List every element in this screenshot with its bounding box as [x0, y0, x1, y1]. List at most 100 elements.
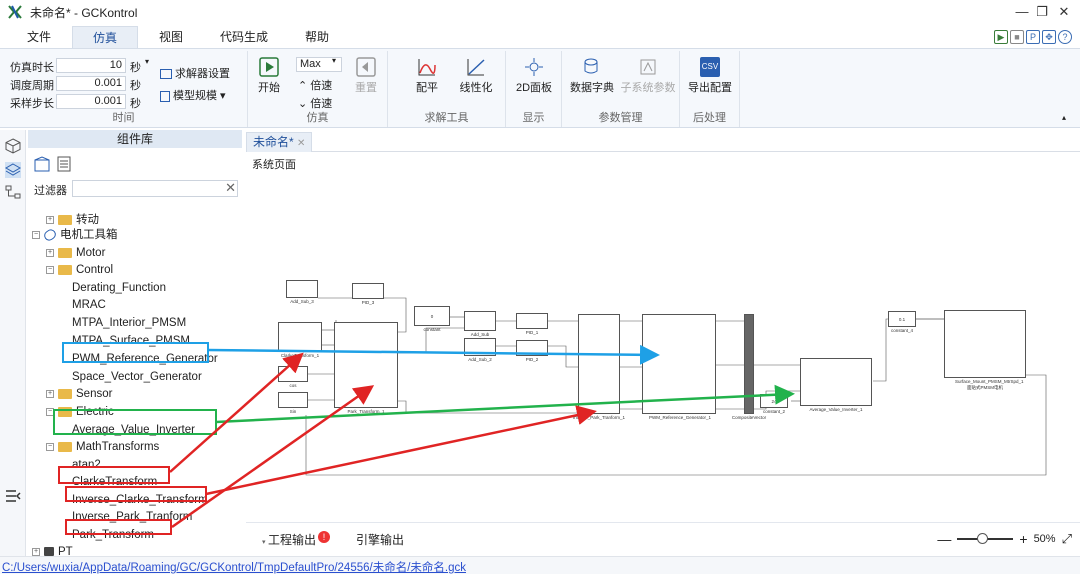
project-path-link[interactable]: C:/Users/wuxia/AppData/Roaming/GC/GCKont… — [2, 559, 466, 574]
project-output-tab[interactable]: 工程输出! — [268, 531, 331, 548]
zoom-out-icon[interactable]: — — [937, 531, 951, 547]
run-icon[interactable]: ▶ — [994, 30, 1008, 44]
library-item-mtpa-surface-pmsm[interactable]: MTPA_Surface_PMSM — [72, 333, 190, 349]
speed-chevron-icon[interactable]: ▾ — [332, 56, 336, 65]
constant-2-block[interactable]: 24 — [760, 394, 788, 408]
tab-view[interactable]: 视图 — [138, 26, 204, 48]
library-folder-mathtransforms[interactable]: − MathTransforms — [46, 439, 159, 455]
average-value-inverter-block[interactable] — [800, 358, 872, 406]
cos-block[interactable] — [278, 366, 308, 382]
add-sub-3-block[interactable] — [286, 280, 318, 298]
help-icon[interactable]: ? — [1058, 30, 1072, 44]
block-label: Add_Sub — [470, 332, 490, 337]
stop-icon[interactable]: ■ — [1010, 30, 1024, 44]
library-folder-item[interactable]: + 转动 — [46, 212, 99, 228]
add-sub-2-block[interactable] — [464, 338, 496, 356]
zoom-control: — + 50% ⤢ — [937, 531, 1072, 547]
pmsm-block[interactable] — [944, 310, 1026, 378]
zoom-slider[interactable] — [957, 533, 1014, 544]
python-icon[interactable]: P — [1026, 30, 1040, 44]
solve-group: 配平 线性化 求解工具 — [388, 51, 506, 127]
pid-3-block[interactable] — [352, 283, 384, 299]
library-folder-sensor[interactable]: + Sensor — [46, 386, 112, 402]
sin-block[interactable] — [278, 392, 308, 408]
expand-toggle-icon[interactable]: − — [32, 230, 40, 239]
expand-toggle-icon[interactable]: − — [46, 407, 54, 416]
add-sub-block[interactable] — [464, 311, 496, 331]
subsys-params-button[interactable]: 子系统参数 — [620, 57, 676, 95]
library-item-space-vector-generator[interactable]: Space_Vector_Generator — [72, 369, 202, 385]
library-icon[interactable] — [34, 156, 50, 172]
linearize-button[interactable]: 线性化 — [458, 57, 494, 95]
plugin-icon[interactable]: ✥ — [1042, 30, 1056, 44]
composite-vector-block[interactable] — [744, 314, 754, 414]
library-item-mrac[interactable]: MRAC — [72, 297, 106, 313]
block-label: PID_2 — [525, 357, 539, 362]
constant-4-block[interactable]: 0.1 — [888, 311, 916, 327]
tab-codegen[interactable]: 代码生成 — [204, 26, 284, 48]
trim-button[interactable]: 配平 — [412, 57, 442, 95]
library-item-atan2[interactable]: atan2 — [72, 457, 101, 473]
speed-up-button[interactable]: ⌃ 倍速 — [298, 77, 332, 93]
sample-input[interactable]: 0.001 — [56, 94, 126, 109]
start-button[interactable]: 开始 — [256, 57, 282, 95]
tab-help[interactable]: 帮助 — [284, 26, 350, 48]
tab-simulation[interactable]: 仿真 — [72, 26, 138, 48]
zoom-slider-handle[interactable] — [977, 533, 989, 544]
tab-file[interactable]: 文件 — [6, 26, 72, 48]
library-item-mtpa-interior-pmsm[interactable]: MTPA_Interior_PMSM — [72, 315, 186, 331]
schedule-input[interactable]: 0.001 — [56, 76, 126, 91]
library-folder-electric[interactable]: − Electric — [46, 404, 114, 420]
library-item-pwm-reference-generator[interactable]: PWM_Reference_Generator — [72, 351, 218, 367]
panel2d-button[interactable]: 2D面板 — [514, 57, 554, 95]
park-transform-block[interactable] — [334, 322, 398, 408]
sim-duration-input[interactable]: 10 — [56, 58, 126, 73]
expand-toggle-icon[interactable]: − — [46, 442, 54, 451]
pwm-reference-block[interactable] — [642, 314, 716, 414]
fit-screen-icon[interactable]: ⤢ — [1062, 531, 1072, 547]
expand-toggle-icon[interactable]: + — [32, 547, 40, 556]
constant-block[interactable]: 0 — [414, 306, 450, 326]
chevron-down-icon[interactable]: ▾ — [145, 57, 149, 66]
library-folder-control[interactable]: − Control — [46, 262, 113, 278]
clarke-transform-block[interactable] — [278, 322, 322, 352]
library-item-derating-function[interactable]: Derating_Function — [72, 280, 166, 296]
library-folder-motor[interactable]: + Motor — [46, 245, 105, 261]
inverse-park-block[interactable] — [578, 314, 620, 414]
library-item-label: Motor — [76, 247, 106, 259]
close-button[interactable]: ✕ — [1050, 2, 1078, 22]
list-view-icon[interactable] — [56, 156, 72, 172]
collapse-panel-icon[interactable] — [5, 488, 21, 504]
export-config-button[interactable]: CSV 导出配置 — [686, 57, 734, 95]
library-item-inverse-park-tranform[interactable]: Inverse_Park_Tranform — [72, 509, 192, 525]
expand-toggle-icon[interactable]: + — [46, 389, 54, 398]
library-item-clarketransform[interactable]: ClarkeTransform — [72, 474, 157, 490]
collapse-ribbon-icon[interactable]: ▴ — [1062, 113, 1066, 122]
model-canvas[interactable]: Add_Sub_3 PID_3 0 constant Add_Sub PID_1 Add_S… — [246, 175, 1080, 520]
expand-toggle-icon[interactable]: + — [46, 248, 54, 257]
expand-toggle-icon[interactable]: + — [46, 215, 54, 224]
pid-2-block[interactable] — [516, 340, 548, 356]
cube-icon[interactable] — [5, 138, 21, 154]
data-dict-button[interactable]: 数据字典 — [570, 57, 614, 95]
library-item-label: MTPA_Interior_PMSM — [72, 317, 187, 329]
library-folder-item[interactable]: − 电机工具箱 — [32, 227, 118, 243]
layers-icon[interactable] — [5, 162, 21, 178]
expand-toggle-icon[interactable]: − — [46, 265, 54, 274]
model-scale-button[interactable]: 模型规模 ▾ — [160, 87, 226, 103]
clear-filter-icon[interactable]: ✕ — [225, 180, 236, 196]
folder-icon — [58, 388, 72, 399]
tree-icon[interactable] — [5, 184, 21, 200]
solver-settings-button[interactable]: 求解器设置 — [160, 65, 230, 81]
zoom-in-icon[interactable]: + — [1019, 531, 1027, 547]
close-tab-icon[interactable]: ✕ — [297, 138, 305, 149]
engine-output-tab[interactable]: 引擎输出 — [356, 531, 404, 548]
library-item-inverse-clarke-transform[interactable]: Inverse_Clarke_Transform — [72, 492, 208, 508]
sim-duration-unit[interactable]: 秒 — [130, 59, 141, 75]
tab-untitled[interactable]: 未命名* ✕ — [246, 132, 313, 152]
pid-1-block[interactable] — [516, 313, 548, 329]
library-item-park-transform[interactable]: Park_Transform — [72, 527, 154, 543]
library-item-average-value-inverter[interactable]: Average_Value_Inverter — [72, 422, 195, 438]
filter-input[interactable] — [72, 180, 238, 197]
reset-button[interactable]: 重置 — [352, 57, 380, 95]
